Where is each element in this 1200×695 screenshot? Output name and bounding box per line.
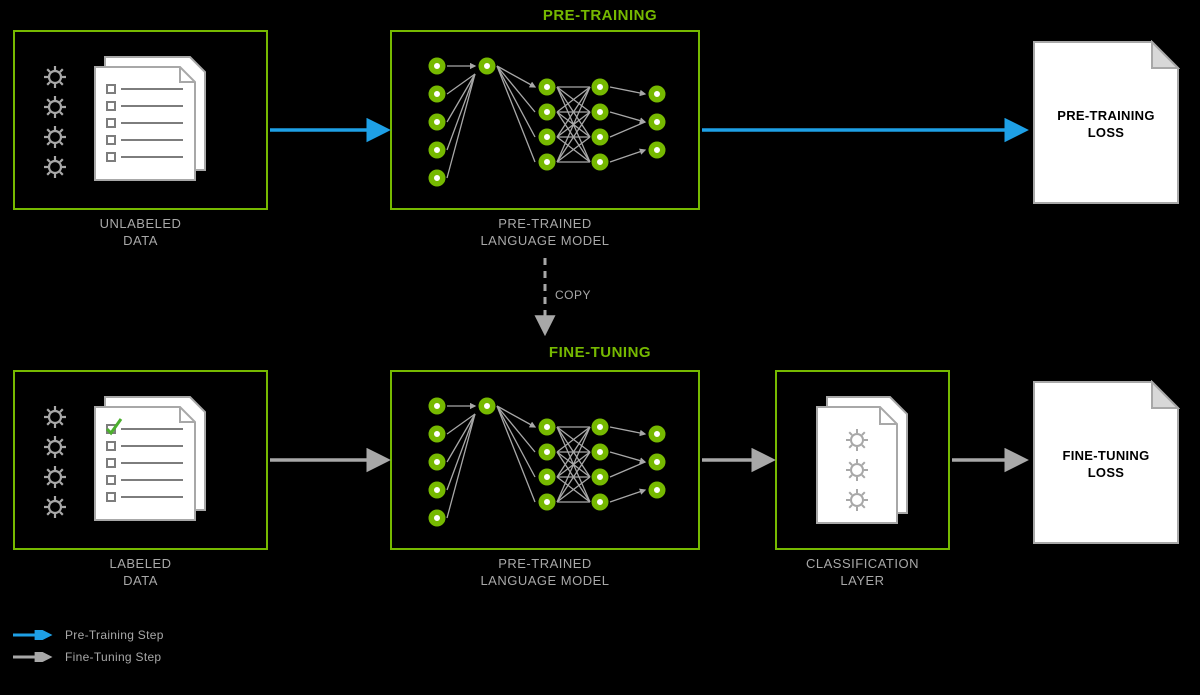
legend-finetuning: Fine-Tuning Step (13, 650, 161, 664)
doc-text-pretraining-loss: PRE-TRAINING LOSS (1032, 108, 1180, 142)
neural-network-icon (392, 32, 702, 212)
legend-finetuning-text: Fine-Tuning Step (65, 650, 161, 664)
legend-pretraining-text: Pre-Training Step (65, 628, 164, 642)
box-labeled-data (13, 370, 268, 550)
box-unlabeled-data (13, 30, 268, 210)
box-classification-layer (775, 370, 950, 550)
label-unlabeled-data: UNLABELED DATA (13, 216, 268, 250)
doc-finetuning-loss: FINE-TUNING LOSS (1032, 380, 1180, 545)
row-label-finetuning: FINE-TUNING (520, 344, 680, 361)
copy-label: COPY (555, 288, 605, 304)
label-pretrained-model-bottom: PRE-TRAINED LANGUAGE MODEL (390, 556, 700, 590)
labeled-data-graphic (25, 392, 260, 537)
document-stack-icon (95, 57, 205, 180)
doc-pretraining-loss: PRE-TRAINING LOSS (1032, 40, 1180, 205)
doc-text-finetuning-loss: FINE-TUNING LOSS (1032, 448, 1180, 482)
label-labeled-data: LABELED DATA (13, 556, 268, 590)
box-pretrained-model-top (390, 30, 700, 210)
neural-network-icon (392, 372, 702, 552)
label-classification-layer: CLASSIFICATION LAYER (775, 556, 950, 590)
legend-pretraining: Pre-Training Step (13, 628, 164, 642)
label-pretrained-model-top: PRE-TRAINED LANGUAGE MODEL (390, 216, 700, 250)
unlabeled-data-graphic (25, 52, 260, 197)
box-pretrained-model-bottom (390, 370, 700, 550)
classification-layer-graphic (815, 395, 915, 530)
row-label-pretraining: PRE-TRAINING (520, 7, 680, 24)
